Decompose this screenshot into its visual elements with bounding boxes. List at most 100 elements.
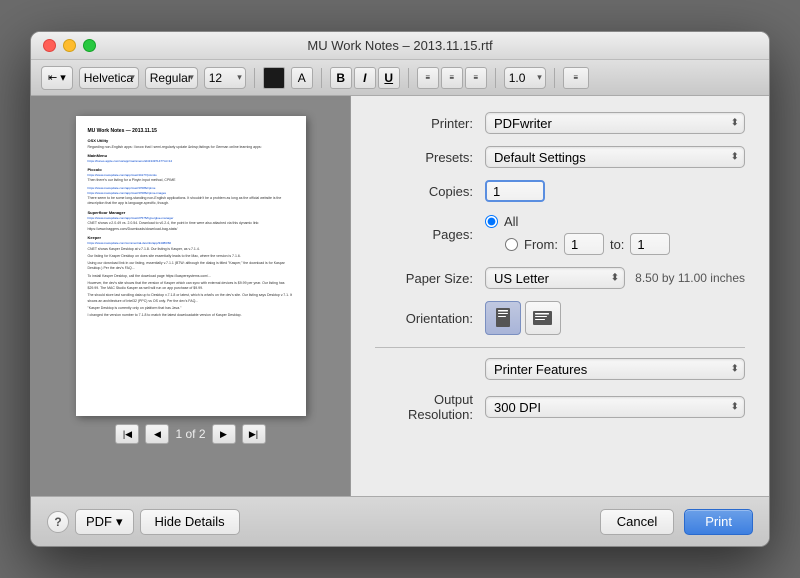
- doc-url-1: https://itunes.apple.com/us/app/mainmenu…: [88, 159, 294, 163]
- titlebar-buttons: [43, 39, 96, 52]
- pages-from-label: From:: [524, 237, 558, 252]
- pages-label: Pages:: [375, 227, 485, 242]
- paper-size-row: Paper Size: US Letter ⬍ 8.50 by 11.00 in…: [375, 267, 745, 289]
- paper-size-select[interactable]: US Letter: [485, 267, 625, 289]
- printer-features-row: Printer Features: [375, 358, 745, 380]
- minimize-button[interactable]: [63, 39, 76, 52]
- output-resolution-select[interactable]: 300 DPI: [485, 396, 745, 418]
- last-page-button[interactable]: ▶|: [242, 424, 266, 444]
- align-center-button[interactable]: ≡: [441, 67, 463, 89]
- pages-from-input[interactable]: [564, 233, 604, 255]
- doc-section-4: Superfloor Manager: [88, 210, 294, 216]
- paper-size-label: Paper Size:: [375, 271, 485, 286]
- toolbar-divider-2: [321, 68, 322, 88]
- portrait-button[interactable]: [485, 301, 521, 335]
- copies-row: Copies:: [375, 180, 745, 202]
- window-title: MU Work Notes – 2013.11.15.rtf: [307, 38, 492, 53]
- doc-url-2: https://www.macupdate.com/app/mac/44177/…: [88, 173, 294, 177]
- line-spacing-select[interactable]: 1.0: [504, 67, 546, 89]
- align-left-button[interactable]: ≡: [417, 67, 439, 89]
- print-dialog-window: MU Work Notes – 2013.11.15.rtf ⇤ ▾ Helve…: [30, 31, 770, 547]
- printer-features-control: Printer Features: [485, 358, 745, 380]
- help-button[interactable]: ?: [47, 511, 69, 533]
- pagination: |◀ ◀ 1 of 2 ▶ ▶|: [115, 416, 265, 452]
- pdf-button[interactable]: PDF ▾: [75, 509, 134, 535]
- pages-to-input[interactable]: [630, 233, 670, 255]
- font-style-select[interactable]: Regular: [145, 67, 198, 89]
- document-preview: MU Work Notes — 2013.11.15 OSX Utility R…: [31, 96, 351, 496]
- doc-title-text: MU Work Notes — 2013.11.15: [88, 128, 294, 135]
- output-resolution-label: Output Resolution:: [375, 392, 485, 422]
- doc-url-4: https://www.macupdate.com/app/mac/37086/…: [88, 191, 294, 195]
- pages-section: All From: to:: [485, 214, 745, 255]
- list-button[interactable]: ≡: [563, 67, 589, 89]
- copies-input[interactable]: [485, 180, 545, 202]
- orientation-control: [485, 301, 745, 335]
- doc-section-1: OSX Utility: [88, 138, 294, 144]
- next-page-button[interactable]: ▶: [212, 424, 236, 444]
- print-settings-panel: Printer: PDFwriter Presets: Default Sett…: [351, 96, 769, 496]
- align-right-button[interactable]: ≡: [465, 67, 487, 89]
- printer-label: Printer:: [375, 116, 485, 131]
- underline-button[interactable]: U: [378, 67, 400, 89]
- doc-para-4: CNET shows v.2.0.49 vs. 2.0.54. Download…: [88, 221, 294, 232]
- printer-select[interactable]: PDFwriter: [485, 112, 745, 134]
- printer-features-select-wrap: Printer Features: [485, 358, 745, 380]
- presets-select[interactable]: Default Settings: [485, 146, 745, 168]
- doc-para-8: To install Kasper Desktop, call the down…: [88, 274, 294, 279]
- output-resolution-select-wrap: 300 DPI: [485, 396, 745, 418]
- landscape-button[interactable]: [525, 301, 561, 335]
- maximize-button[interactable]: [83, 39, 96, 52]
- paper-size-controls: US Letter ⬍ 8.50 by 11.00 inches: [485, 267, 745, 289]
- doc-section-5: Keeper: [88, 235, 294, 241]
- prev-page-button[interactable]: ◀: [145, 424, 169, 444]
- text-color-button[interactable]: [263, 67, 285, 89]
- bold-button[interactable]: B: [330, 67, 352, 89]
- pages-all-row: All: [485, 214, 745, 229]
- pdf-label: PDF: [86, 514, 112, 529]
- font-family-select[interactable]: Helvetica: [79, 67, 139, 89]
- doc-para-2: Then there's our listing for a Pinyin in…: [88, 178, 294, 183]
- doc-page: MU Work Notes — 2013.11.15 OSX Utility R…: [76, 116, 306, 416]
- italic-icon: A: [298, 71, 306, 85]
- orientation-row: Orientation:: [375, 301, 745, 335]
- printer-features-select[interactable]: Printer Features: [485, 358, 745, 380]
- doc-para-6: Our listing for Kasper Desktop on does s…: [88, 254, 294, 259]
- doc-para-12: I changed the version number to 7.1.8 to…: [88, 313, 294, 318]
- pages-all-radio[interactable]: [485, 215, 498, 228]
- bottom-bar: ? PDF ▾ Hide Details Cancel Print: [31, 496, 769, 546]
- main-content: MU Work Notes — 2013.11.15 OSX Utility R…: [31, 96, 769, 496]
- font-style-wrap: Regular: [145, 67, 198, 89]
- line-spacing-wrap: 1.0: [504, 67, 546, 89]
- doc-para-11: "Kasper Desktop is currently only on pla…: [88, 306, 294, 311]
- doc-url-5: https://www.macupdate.com/app/mac/27575/…: [88, 216, 294, 220]
- hide-details-button[interactable]: Hide Details: [140, 509, 240, 535]
- close-button[interactable]: [43, 39, 56, 52]
- italic-button[interactable]: I: [354, 67, 376, 89]
- landscape-icon: [532, 309, 554, 327]
- bottom-left-controls: ? PDF ▾ Hide Details: [47, 509, 240, 535]
- doc-para-1: Regarding non-English apps: I know that …: [88, 145, 294, 150]
- titlebar: MU Work Notes – 2013.11.15.rtf: [31, 32, 769, 60]
- toolbar-divider-4: [495, 68, 496, 88]
- pages-all-label: All: [504, 214, 518, 229]
- copies-label: Copies:: [375, 184, 485, 199]
- italic-indicator[interactable]: A: [291, 67, 313, 89]
- presets-select-wrap: Default Settings: [485, 146, 745, 168]
- page-info: 1 of 2: [175, 427, 205, 441]
- printer-select-wrap: PDFwriter: [485, 112, 745, 134]
- presets-label: Presets:: [375, 150, 485, 165]
- output-resolution-row: Output Resolution: 300 DPI: [375, 392, 745, 422]
- toolbar: ⇤ ▾ Helvetica Regular 12 A B I U: [31, 60, 769, 96]
- cancel-button[interactable]: Cancel: [600, 509, 674, 535]
- indent-icon: ⇤: [48, 71, 57, 84]
- font-size-select[interactable]: 12: [204, 67, 246, 89]
- toolbar-divider-1: [254, 68, 255, 88]
- pages-from-radio[interactable]: [505, 238, 518, 251]
- print-button[interactable]: Print: [684, 509, 753, 535]
- indent-button[interactable]: ⇤ ▾: [41, 66, 73, 90]
- paper-size-control: US Letter ⬍ 8.50 by 11.00 inches: [485, 267, 745, 289]
- first-page-button[interactable]: |◀: [115, 424, 139, 444]
- paper-size-select-wrap: US Letter ⬍: [485, 267, 625, 289]
- doc-para-10: The should store last scrolling data up …: [88, 293, 294, 304]
